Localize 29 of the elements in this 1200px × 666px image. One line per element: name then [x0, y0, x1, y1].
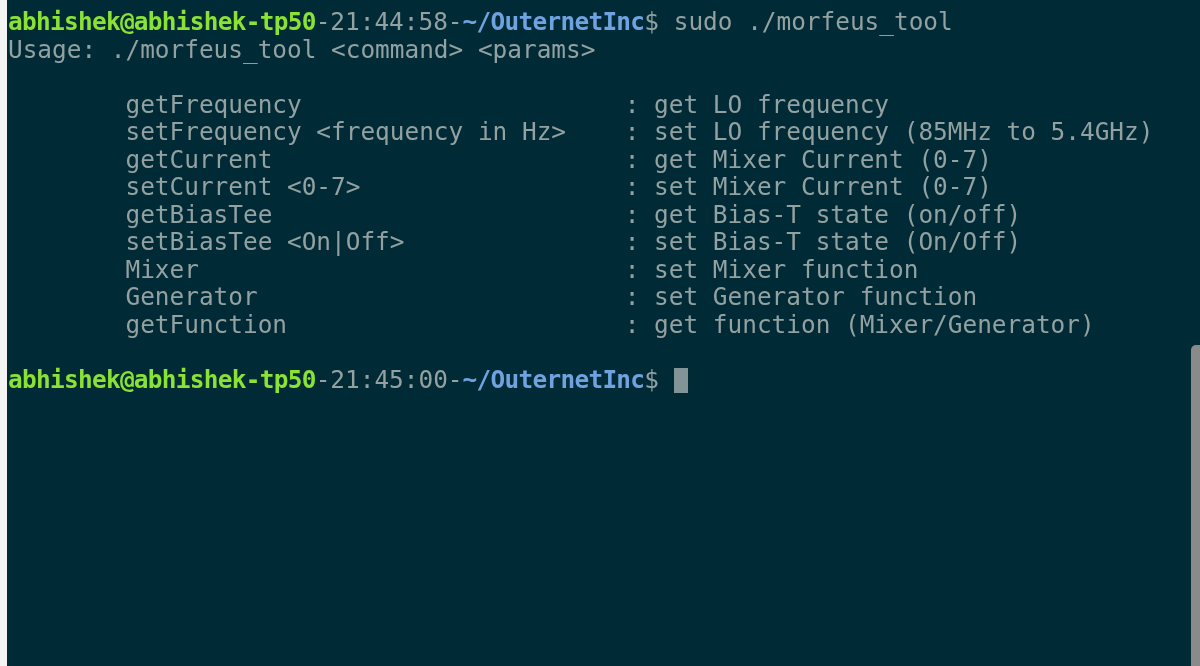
command-name: Mixer	[125, 255, 200, 283]
command-description: : set Mixer function	[624, 255, 919, 283]
prompt-path: ~/OuternetInc	[462, 365, 645, 393]
prompt-path: ~/OuternetInc	[462, 8, 645, 36]
command-description: : get function (Mixer/Generator)	[624, 310, 1095, 338]
prompt-symbol: $	[644, 365, 660, 393]
command-description: : get LO frequency	[624, 90, 890, 118]
prompt-symbol: $	[644, 8, 660, 36]
scrollbar-thumb[interactable]	[1191, 345, 1200, 666]
prompt-time: -21:45:00-	[315, 365, 463, 393]
prompt-user-host: abhishek@abhishek-tp50	[8, 8, 316, 36]
command-description: : set Generator function	[624, 283, 978, 311]
command-description: : get Mixer Current (0-7)	[624, 145, 992, 173]
prompt-user-host: abhishek@abhishek-tp50	[8, 365, 316, 393]
command-name: getFunction	[125, 310, 288, 338]
command-name: getBiasTee	[125, 200, 274, 228]
command-description: : set Mixer Current (0-7)	[624, 173, 992, 201]
command-name: setFrequency <frequency in Hz>	[125, 118, 567, 146]
command-description: : set LO frequency (85MHz to 5.4GHz)	[624, 118, 1154, 146]
command-name: setCurrent <0-7>	[125, 173, 362, 201]
command-description: : set Bias-T state (On/Off)	[624, 228, 1022, 256]
command-description: : get Bias-T state (on/off)	[624, 200, 1022, 228]
command-text: sudo ./morfeus_tool	[673, 8, 953, 36]
command-name: Generator	[125, 283, 259, 311]
command-name: setBiasTee <On|Off>	[125, 228, 406, 256]
command-name: getCurrent	[125, 145, 273, 173]
output-line: Usage: ./morfeus_tool <command> <params>	[8, 35, 596, 63]
prompt-time: -21:44:58-	[315, 8, 463, 36]
command-name: getFrequency	[125, 90, 303, 118]
